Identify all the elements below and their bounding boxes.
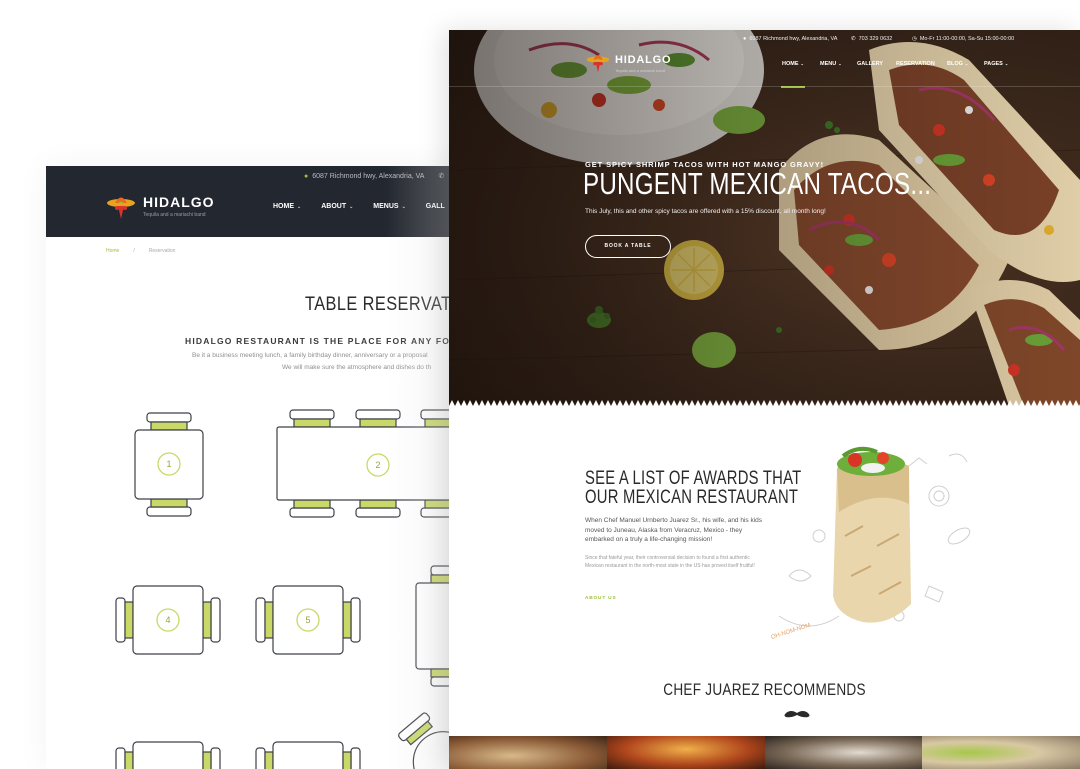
chevron-down-icon: ⌄ [800, 61, 804, 66]
chevron-down-icon: ⌄ [964, 61, 969, 66]
dish-photo[interactable] [922, 736, 1080, 769]
about-paragraph-2: Since that fateful year, their controver… [585, 555, 755, 569]
nav-item-reservation[interactable]: RESERVATION [896, 61, 935, 67]
chevron-down-icon: ⌄ [401, 204, 406, 210]
logo-tagline: Tequila and a mariachi band [615, 68, 666, 73]
hero-text: This July, this and other spicy tacos ar… [585, 208, 826, 215]
nav-item-home[interactable]: HOME ⌄ [273, 203, 301, 210]
location-pin-icon: ● [743, 36, 747, 42]
table-2[interactable] [276, 409, 466, 518]
clock-icon: ◷ [912, 36, 917, 42]
table-number: 1 [166, 459, 171, 469]
table-bottom-left[interactable] [115, 741, 221, 769]
phone-icon: ✆ [851, 36, 856, 42]
home-page-preview: ● 6087 Richmond hwy, Alexandria, VA ✆ 703 … [449, 30, 1080, 769]
chevron-down-icon: ⌄ [349, 204, 354, 210]
breadcrumb: Home / Reservation [106, 248, 176, 254]
zigzag-divider [449, 400, 1080, 412]
reservation-nav: HOME ⌄ ABOUT ⌄ MENUS ⌄ GALL [273, 203, 445, 210]
chevron-down-icon: ⌄ [838, 61, 842, 66]
dish-photo[interactable] [449, 736, 607, 769]
top-info-bar: ● 6087 Richmond hwy, Alexandria, VA ✆ 703 … [449, 30, 1080, 50]
page-description: Be it a business meeting lunch, a family… [192, 352, 428, 359]
page-description-2: We will make sure the atmosphere and dis… [282, 364, 432, 371]
chevron-down-icon: ⌄ [297, 204, 302, 210]
topbar-hours: ◷ Mo-Fr 11:00-00:00, Sa-Su 15:00-00:00 [912, 36, 1015, 42]
nav-item-gallery[interactable]: GALL [426, 203, 445, 210]
hero-section: ● 6087 Richmond hwy, Alexandria, VA ✆ 703 … [449, 30, 1080, 406]
about-paragraph: When Chef Manuel Urnberto Juarez Sr., hi… [585, 517, 763, 543]
mustache-icon [784, 711, 810, 718]
about-us-link[interactable]: ABOUT US [585, 596, 616, 601]
dish-photo[interactable] [606, 736, 765, 769]
nav-item-home[interactable]: HOME ⌄ [782, 61, 804, 67]
recommendations-gallery [449, 736, 1080, 769]
header-address: ● 6087 Richmond hwy, Alexandria, VA ✆ [304, 173, 445, 180]
dish-photo[interactable] [764, 736, 923, 769]
reservation-page-preview: ● 6087 Richmond hwy, Alexandria, VA ✆ HIDA… [46, 166, 466, 769]
page-title: TABLE RESERVATION [305, 294, 466, 315]
nav-item-menus[interactable]: MENUS ⌄ [373, 203, 405, 210]
sombrero-logo-icon [586, 55, 610, 73]
nav-item-pages[interactable]: PAGES ⌄ [984, 61, 1008, 67]
sombrero-logo-icon [107, 197, 135, 219]
table-number: 2 [375, 460, 380, 470]
hero-title: PUNGENT MEXICAN TACOS... [583, 166, 932, 201]
logo-tagline: Tequila and a mariachi band [143, 212, 206, 218]
nav-item-about[interactable]: ABOUT ⌄ [321, 203, 353, 210]
breadcrumb-current: Reservation [148, 248, 176, 254]
header-divider [449, 86, 1080, 87]
page-subtitle: HIDALGO RESTAURANT IS THE PLACE FOR ANY … [185, 336, 466, 346]
phone-icon: ✆ [438, 173, 445, 180]
nav-item-blog[interactable]: BLOG ⌄ [947, 61, 968, 67]
logo-name[interactable]: HIDALGO [615, 54, 671, 66]
topbar-phone[interactable]: ✆ 703 329 0632 [851, 36, 892, 42]
reservation-header: ● 6087 Richmond hwy, Alexandria, VA ✆ HIDA… [46, 166, 466, 237]
table-bottom-middle[interactable] [255, 741, 361, 769]
logo-name[interactable]: HIDALGO [143, 194, 215, 210]
table-number: 4 [165, 615, 170, 625]
nav-item-gallery[interactable]: GALLERY [857, 61, 883, 67]
burrito-illustration: OH-NOM-NOM [770, 446, 971, 641]
chevron-down-icon: ⌄ [1004, 61, 1009, 66]
floor-plan: 1 2 4 5 [115, 409, 466, 769]
nav-item-menu[interactable]: MENU ⌄ [820, 61, 842, 67]
table-number: 5 [305, 615, 310, 625]
topbar-address: ● 6087 Richmond hwy, Alexandria, VA [743, 36, 838, 42]
book-table-button[interactable]: BOOK A TABLE [585, 235, 671, 258]
stamp-text: OH-NOM-NOM [770, 623, 811, 641]
section-title: CHEF JUAREZ RECOMMENDS [663, 680, 866, 699]
location-pin-icon: ● [304, 173, 309, 180]
breadcrumb-home[interactable]: Home [106, 248, 119, 254]
